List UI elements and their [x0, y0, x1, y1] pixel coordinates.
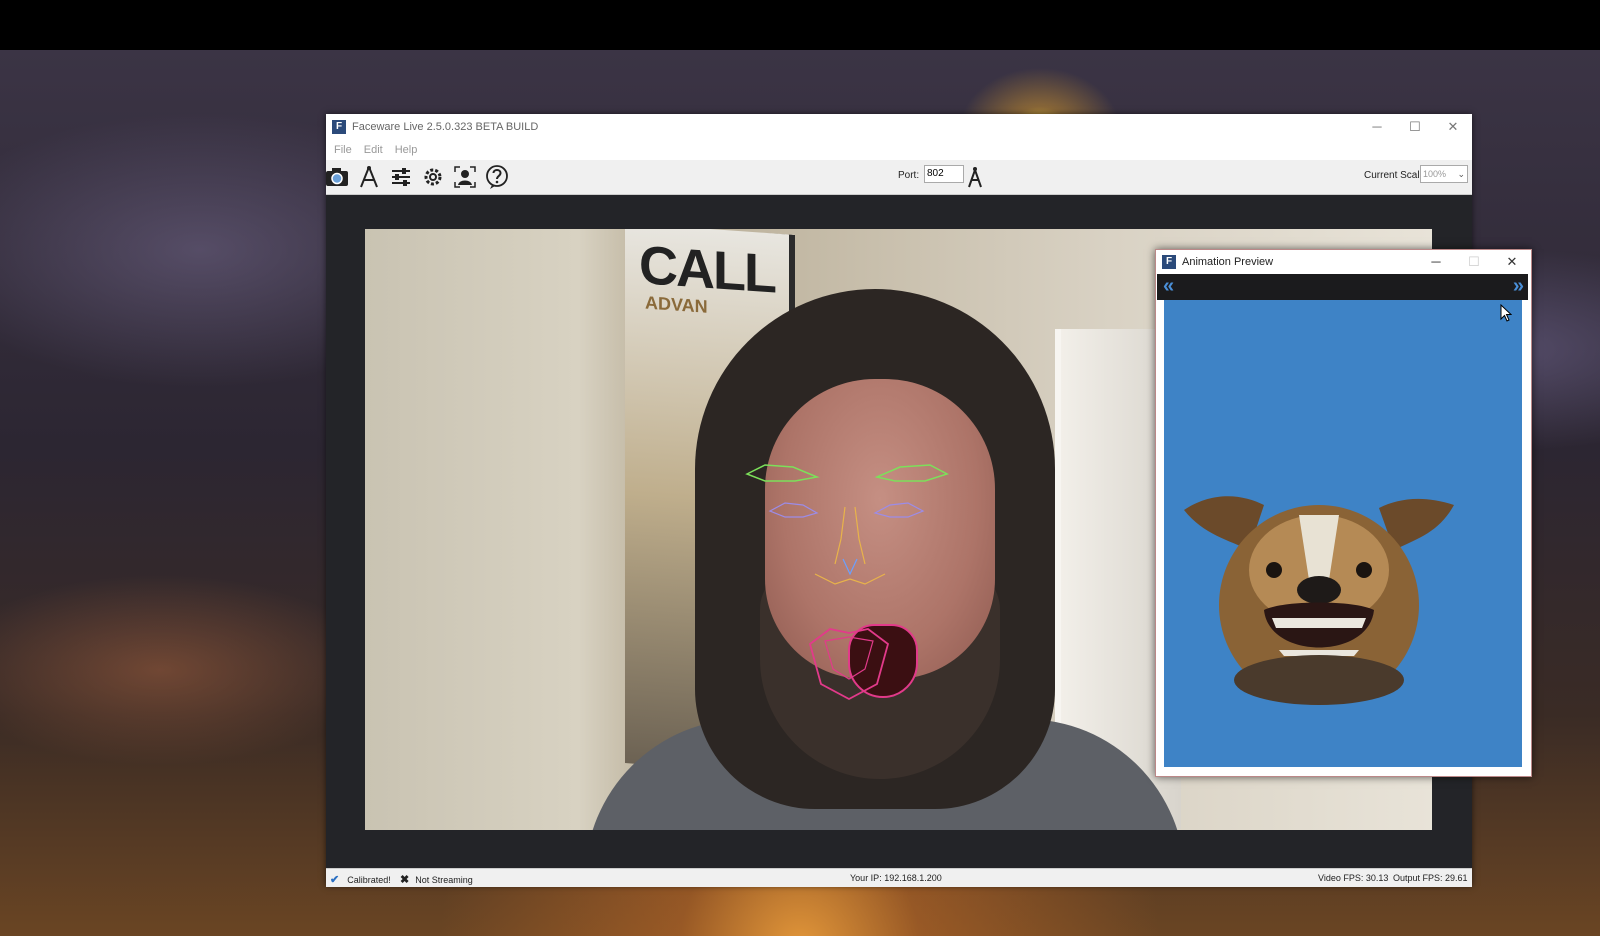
- video-fps-text: Video FPS: 30.13: [1318, 873, 1389, 883]
- menu-edit[interactable]: Edit: [364, 144, 383, 156]
- minimize-button[interactable]: ─: [1358, 114, 1396, 140]
- help-icon[interactable]: [484, 164, 510, 190]
- faceware-logo-icon: F: [1162, 255, 1176, 269]
- animation-preview-window: F Animation Preview ─ ☐ ✕ « »: [1155, 249, 1532, 777]
- streaming-status: ✖ Not Streaming: [400, 873, 473, 886]
- preview-minimize-button[interactable]: ─: [1417, 250, 1455, 274]
- output-fps-status: Output FPS: 29.61: [1393, 873, 1468, 883]
- close-button[interactable]: ✕: [1434, 114, 1472, 140]
- calibrated-status: ✔ Calibrated!: [330, 873, 391, 886]
- face-tracking-icon[interactable]: [452, 164, 478, 190]
- preview-titlebar[interactable]: F Animation Preview ─ ☐ ✕: [1156, 250, 1531, 274]
- status-bar: ✔ Calibrated! ✖ Not Streaming Your IP: 1…: [326, 868, 1472, 887]
- scale-label: Current Scale:: [1364, 170, 1428, 181]
- ip-text: Your IP: 192.168.1.200: [850, 873, 942, 883]
- preview-maximize-button: ☐: [1468, 254, 1480, 269]
- scale-select[interactable]: 100% ⌄: [1420, 165, 1468, 183]
- port-input[interactable]: 802: [924, 165, 964, 183]
- gear-icon[interactable]: [420, 164, 446, 190]
- menu-help[interactable]: Help: [395, 144, 418, 156]
- toolbar: Port: 802 Current Scale: 100% ⌄: [326, 160, 1472, 195]
- scale-value: 100%: [1423, 169, 1447, 179]
- output-fps-text: Output FPS: 29.61: [1393, 873, 1468, 883]
- mouse-pointer-icon: [1500, 303, 1513, 327]
- main-titlebar[interactable]: F Faceware Live 2.5.0.323 BETA BUILD ─ ☐…: [326, 114, 1472, 140]
- port-label: Port:: [898, 170, 920, 181]
- settings-sliders-icon[interactable]: [388, 164, 414, 190]
- menu-file[interactable]: File: [334, 144, 352, 156]
- menu-bar: File Edit Help: [326, 140, 1472, 160]
- preview-nav-bar: « »: [1157, 274, 1528, 300]
- preview-close-button[interactable]: ✕: [1493, 250, 1531, 274]
- top-black-bar: [0, 0, 1600, 50]
- calibrate-icon[interactable]: [356, 164, 382, 190]
- next-character-button[interactable]: »: [1513, 276, 1524, 296]
- ip-status: Your IP: 192.168.1.200: [850, 873, 942, 883]
- calibrated-text: Calibrated!: [347, 874, 391, 885]
- video-fps-status: Video FPS: 30.13: [1318, 873, 1388, 883]
- stream-icon[interactable]: [964, 165, 986, 189]
- maximize-button[interactable]: ☐: [1396, 114, 1434, 140]
- previous-character-button[interactable]: «: [1163, 276, 1174, 296]
- faceware-logo-icon: F: [332, 120, 346, 134]
- x-icon: ✖: [400, 874, 410, 886]
- camera-icon[interactable]: [324, 164, 350, 190]
- check-icon: ✔: [330, 874, 340, 886]
- preview-title: Animation Preview: [1182, 256, 1274, 268]
- chevron-down-icon: ⌄: [1457, 169, 1465, 179]
- bulldog-character: [1184, 496, 1454, 705]
- streaming-text: Not Streaming: [415, 874, 473, 885]
- animation-preview-canvas: [1164, 300, 1522, 767]
- window-title: Faceware Live 2.5.0.323 BETA BUILD: [352, 121, 539, 133]
